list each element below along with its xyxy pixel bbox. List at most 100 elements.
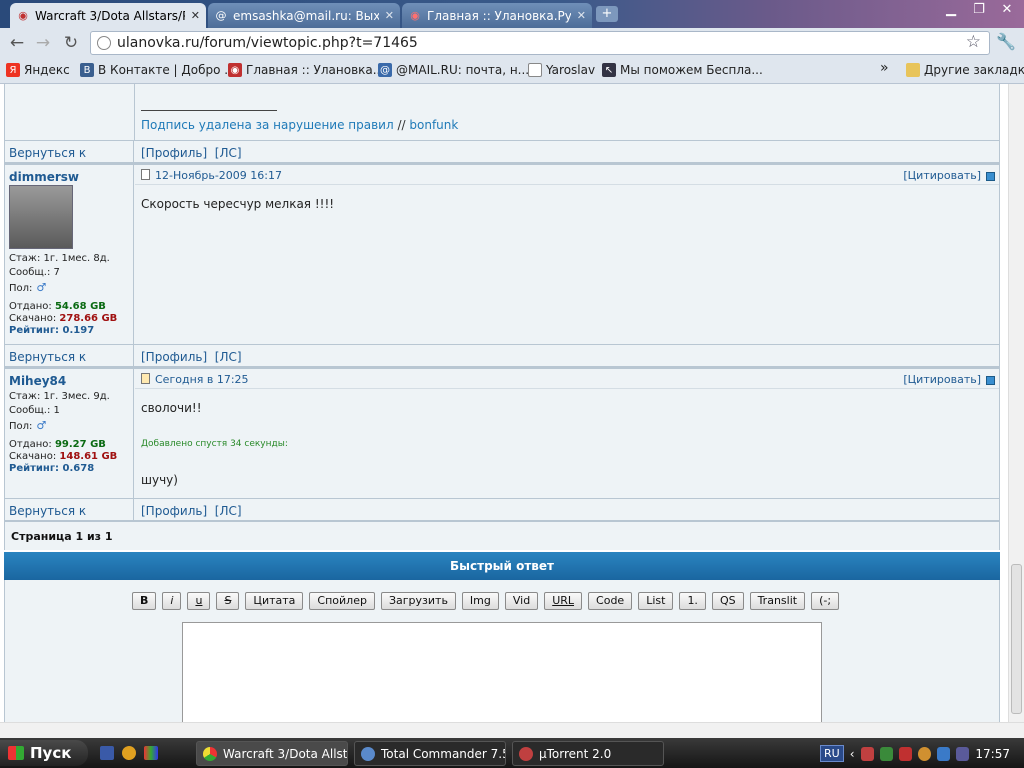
post-content: 12-Ноябрь-2009 16:17 [Цитировать] Скорос…: [135, 165, 999, 344]
italic-button[interactable]: i: [162, 592, 182, 610]
tray-icon[interactable]: [898, 746, 912, 761]
img-button[interactable]: Img: [461, 592, 499, 610]
qs-button[interactable]: QS: [711, 592, 744, 610]
smiley-button[interactable]: (-;: [811, 592, 840, 610]
numbered-list-button[interactable]: 1.: [679, 592, 706, 610]
tab-mail[interactable]: @ emsashka@mail.ru: Выход... ✕: [208, 3, 400, 28]
column-divider: [134, 84, 135, 140]
windows-flag-icon: [8, 746, 24, 760]
tab-ulanovka[interactable]: ◉ Главная :: Улановка.Ру ✕: [402, 3, 592, 28]
post-mihey84: Mihey84 Стаж: 1г. 3мес. 9д. Сообщ.: 1 По…: [4, 368, 1000, 500]
close-icon[interactable]: ✕: [385, 9, 394, 22]
underline-button[interactable]: u: [187, 592, 211, 610]
user-stazh: Стаж: 1г. 1мес. 8д.: [9, 253, 110, 264]
user-gender: Пол: ♂: [9, 419, 47, 432]
language-indicator[interactable]: RU: [820, 745, 844, 762]
post-body-addition: шучу): [141, 473, 178, 487]
moderator-link[interactable]: bonfunk: [409, 118, 458, 132]
user-uploaded: Отдано: 54.68 GB: [9, 301, 106, 312]
task-chrome[interactable]: Warcraft 3/Dota Allst...: [196, 741, 348, 766]
page-viewport: Подпись удалена за нарушение правил // b…: [0, 84, 1008, 722]
reload-icon[interactable]: ↻: [60, 32, 82, 54]
post-dimmersw: dimmersw Стаж: 1г. 1мес. 8д. Сообщ.: 7 П…: [4, 164, 1000, 344]
user-downloaded: Скачано: 148.61 GB: [9, 451, 118, 462]
quick-launch-icon[interactable]: [144, 746, 158, 760]
male-icon: ♂: [36, 281, 47, 294]
user-rating: Рейтинг: 0.197: [9, 325, 95, 336]
vid-button[interactable]: Vid: [504, 592, 539, 610]
quick-launch-icon[interactable]: [100, 746, 114, 760]
author-name[interactable]: Mihey84: [9, 374, 66, 388]
profile-link[interactable]: [Профиль]: [141, 504, 207, 518]
restore-icon[interactable]: ❐: [966, 1, 992, 19]
network-icon[interactable]: [937, 746, 951, 761]
pm-link[interactable]: [ЛС]: [215, 146, 242, 160]
system-tray: RU ‹ 17:57: [820, 741, 1024, 766]
user-downloaded: Скачано: 278.66 GB: [9, 313, 118, 324]
quote-bbcode-button[interactable]: Цитата: [245, 592, 304, 610]
start-button[interactable]: Пуск: [0, 740, 88, 766]
bookmark-ulanovka[interactable]: ◉ Главная :: Улановка...: [228, 63, 384, 77]
quick-launch-icon[interactable]: [122, 746, 136, 760]
spoiler-button[interactable]: Спойлер: [309, 592, 375, 610]
bookmark-yaroslav[interactable]: Yaroslav: [528, 63, 595, 77]
horizontal-scrollbar[interactable]: [0, 722, 1024, 738]
upload-button[interactable]: Загрузить: [380, 592, 456, 610]
window-controls: ▁ ❐ ✕: [938, 1, 1020, 19]
clock: 17:57: [975, 746, 1010, 761]
bookmark-vkontakte[interactable]: B В Контакте | Добро ...: [80, 63, 236, 77]
address-bar[interactable]: ☆: [90, 31, 990, 55]
post-document-icon[interactable]: [141, 373, 150, 384]
pm-link[interactable]: [ЛС]: [215, 504, 242, 518]
strike-button[interactable]: S: [216, 592, 240, 610]
other-bookmarks[interactable]: Другие закладки: [906, 63, 1024, 77]
bookmark-help[interactable]: ↖ Мы поможем Беспла...: [602, 63, 763, 77]
code-button[interactable]: Code: [588, 592, 633, 610]
close-icon[interactable]: ✕: [191, 9, 200, 22]
profile-link[interactable]: [Профиль]: [141, 350, 207, 364]
tab-title: emsashka@mail.ru: Выход...: [233, 8, 379, 23]
wrench-menu-icon[interactable]: 🔧: [996, 32, 1016, 51]
page-icon: [528, 63, 542, 77]
site-favicon-icon: ◉: [18, 9, 28, 22]
vertical-scrollbar[interactable]: [1008, 84, 1024, 722]
translit-button[interactable]: Translit: [749, 592, 806, 610]
tray-icon[interactable]: [879, 746, 893, 761]
close-window-icon[interactable]: ✕: [994, 1, 1020, 19]
previous-post-signature: Подпись удалена за нарушение правил // b…: [4, 84, 1000, 140]
reply-textarea[interactable]: [182, 622, 822, 722]
bookmarks-overflow-icon[interactable]: »: [880, 60, 889, 76]
pm-link[interactable]: [ЛС]: [215, 350, 242, 364]
back-arrow-icon[interactable]: ←: [6, 32, 28, 54]
url-input[interactable]: [117, 35, 957, 51]
bold-button[interactable]: B: [132, 592, 157, 610]
tab-warcraft[interactable]: ◉ Warcraft 3/Dota Allstars/P... ✕: [10, 3, 206, 28]
folder-icon: [906, 63, 920, 77]
new-tab-button[interactable]: +: [596, 6, 618, 22]
signature-text: Подпись удалена за нарушение правил // b…: [141, 118, 459, 132]
site-favicon-icon: ◉: [410, 9, 420, 22]
tray-expand-icon[interactable]: ‹: [850, 747, 855, 761]
task-utorrent[interactable]: µTorrent 2.0: [512, 741, 664, 766]
bookmark-star-icon[interactable]: ☆: [966, 32, 981, 52]
tray-icon[interactable]: [917, 746, 932, 761]
close-icon[interactable]: ✕: [577, 9, 586, 22]
utorrent-tray-icon[interactable]: [860, 746, 874, 761]
author-name[interactable]: dimmersw: [9, 170, 79, 184]
forward-arrow-icon[interactable]: →: [32, 32, 54, 54]
mail-at-icon: @: [378, 63, 392, 77]
list-button[interactable]: List: [638, 592, 674, 610]
url-button[interactable]: URL: [544, 592, 583, 610]
task-total-commander[interactable]: Total Commander 7.5...: [354, 741, 506, 766]
minimize-icon[interactable]: ▁: [938, 1, 964, 19]
quote-button[interactable]: [Цитировать]: [903, 373, 981, 386]
profile-link[interactable]: [Профиль]: [141, 146, 207, 160]
quote-button[interactable]: [Цитировать]: [903, 169, 981, 182]
bookmark-yandex[interactable]: Я Яндекс: [6, 63, 70, 77]
volume-icon[interactable]: [956, 746, 970, 761]
scroll-thumb[interactable]: [1011, 564, 1022, 714]
post-footer: Вернуться к началу [Профиль] [ЛС]: [4, 498, 1000, 532]
post-document-icon[interactable]: [141, 169, 150, 180]
bookmark-mailru[interactable]: @ @MAIL.RU: почта, н...: [378, 63, 529, 77]
added-later-note: Добавлено спустя 34 секунды:: [141, 439, 288, 449]
